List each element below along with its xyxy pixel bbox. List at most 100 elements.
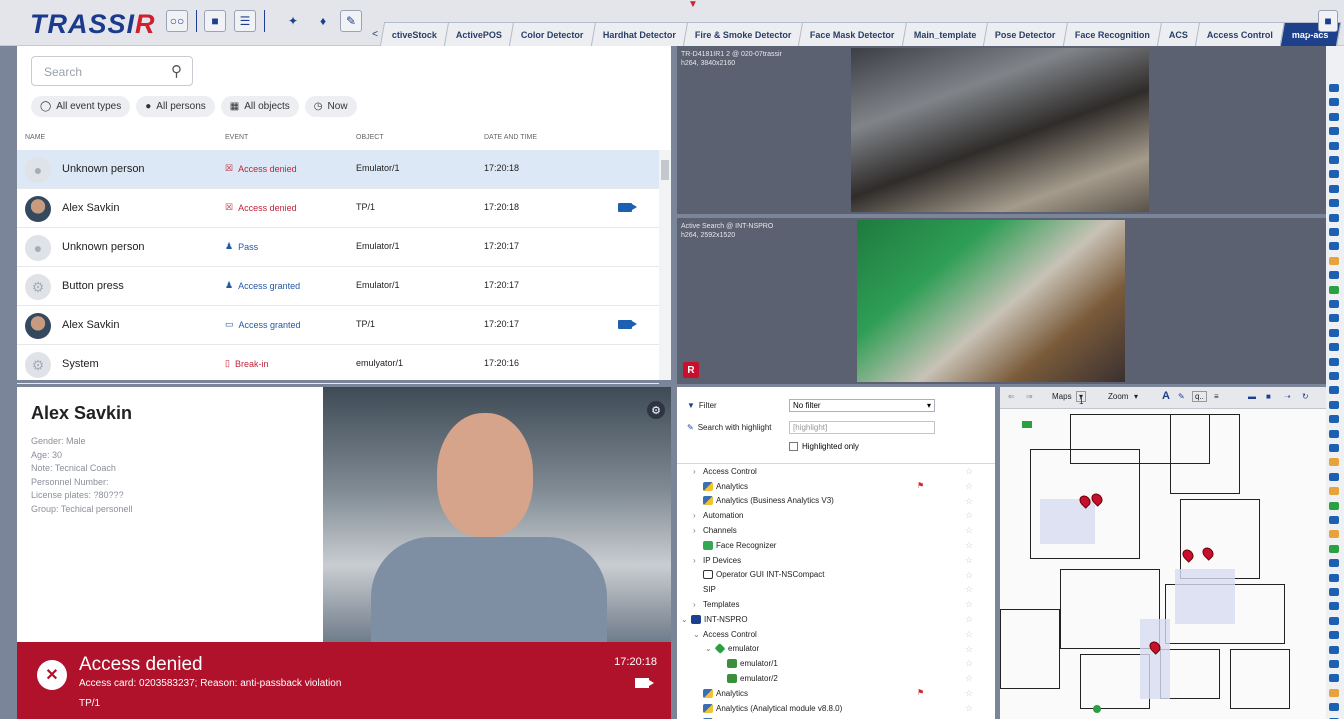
channel-camera-icon[interactable] [1329, 300, 1339, 308]
filter-time[interactable]: ◷ Now [304, 96, 357, 117]
table-row[interactable]: ⚙ Button press ♟ Access granted Emulator/1 17… [17, 267, 659, 306]
tab-activepos[interactable]: ActivePOS [443, 22, 515, 46]
filter-event-types[interactable]: ◯ All event types [31, 96, 131, 117]
star-icon[interactable]: ☆ [965, 525, 973, 536]
star-icon[interactable]: ☆ [965, 466, 973, 477]
expand-arrow-icon[interactable]: ⌄ [681, 615, 691, 624]
pencil-icon[interactable]: ✎ [1178, 392, 1185, 401]
tab-color-detector[interactable]: Color Detector [508, 22, 596, 46]
channel-camera-icon[interactable] [1329, 228, 1339, 236]
tab-hardhat-detector[interactable]: Hardhat Detector [590, 22, 688, 46]
star-icon[interactable]: ☆ [965, 614, 973, 625]
star-icon[interactable]: ☆ [965, 555, 973, 566]
channel-camera-icon[interactable] [1329, 314, 1339, 323]
channel-camera-icon[interactable] [1329, 184, 1339, 193]
filter-persons[interactable]: ● All persons [136, 96, 215, 117]
channel-camera-icon[interactable] [1329, 271, 1339, 280]
table-row[interactable]: ⚙ System ▯ Break-in emulyator/1 17:20:16 [17, 345, 659, 384]
tab-face-mask-detector[interactable]: Face Mask Detector [798, 22, 907, 46]
puzzle-icon[interactable]: ♦ [312, 10, 334, 32]
camera-tool-icon[interactable]: ▬ [1248, 392, 1256, 401]
channel-camera-icon[interactable] [1329, 213, 1339, 222]
channel-camera-icon[interactable] [1329, 559, 1339, 568]
tree-item[interactable]: Analytics (Business Analytics V3)☆ [677, 716, 995, 719]
column-name[interactable]: NAME [25, 134, 45, 141]
tape-icon[interactable]: ○○ [166, 10, 188, 32]
tab-access-control[interactable]: Access Control [1194, 22, 1285, 46]
channel-camera-icon[interactable] [1329, 631, 1339, 640]
filter-objects[interactable]: ▦ All objects [220, 96, 299, 117]
star-icon[interactable]: ☆ [965, 570, 973, 581]
channel-camera-icon[interactable] [1329, 357, 1339, 366]
tree-item[interactable]: Face Recognizer ☆ [677, 538, 995, 553]
highlight-input[interactable]: [highlight] [789, 421, 935, 434]
tree-item[interactable]: Operator GUI INT-NSCompact ☆ [677, 568, 995, 583]
chat-icon[interactable]: ■ [204, 10, 226, 32]
channel-camera-icon[interactable] [1329, 328, 1339, 337]
channel-camera-icon[interactable] [1329, 98, 1339, 107]
tab-ctivestock[interactable]: ctiveStock [379, 22, 450, 46]
camera-map-icon[interactable] [1022, 421, 1032, 428]
channel-camera-icon[interactable] [1329, 472, 1339, 481]
video-tile-top[interactable]: TR-D4181IR1 2 @ 020-07trassir h264, 3840… [677, 46, 1326, 214]
tree-item[interactable]: › Channels ☆ [677, 523, 995, 538]
tree-item[interactable]: › IP Devices ☆ [677, 553, 995, 568]
table-row[interactable]: Alex Savkin ☒ Access denied TP/1 17:20:18 [17, 189, 659, 228]
tree-item[interactable]: Analytics (Business Analytics V3)☆ [677, 494, 995, 509]
expand-arrow-icon[interactable]: › [693, 556, 703, 565]
maps-select[interactable]: 1 ▾ [1076, 391, 1087, 406]
tree-item[interactable]: › Access Control ☆ [677, 464, 995, 479]
channel-camera-icon[interactable] [1329, 501, 1339, 510]
edit-layout-icon[interactable]: ✎ [340, 10, 362, 32]
channel-camera-icon[interactable] [1329, 602, 1339, 611]
star-icon[interactable]: ☆ [965, 584, 973, 595]
channel-camera-icon[interactable] [1329, 256, 1339, 265]
star-icon[interactable]: ☆ [965, 673, 973, 684]
tab-acs[interactable]: ACS [1156, 22, 1200, 46]
channel-camera-icon[interactable] [1329, 400, 1339, 409]
path-icon[interactable]: ↻ [1302, 392, 1309, 401]
channel-camera-icon[interactable] [1329, 84, 1339, 92]
channel-camera-icon[interactable] [1329, 285, 1339, 294]
gear-icon[interactable]: ⚙ [647, 401, 665, 419]
tree-item[interactable]: Analytics ⚑ ☆ [677, 479, 995, 494]
search-input[interactable]: Search ⚲ [31, 56, 193, 86]
tree-item[interactable]: ⌄ emulator ☆ [677, 642, 995, 657]
star-icon[interactable]: ☆ [965, 510, 973, 521]
forward-arrow-icon[interactable]: ⇒ [1026, 392, 1033, 401]
star-icon[interactable]: ☆ [965, 599, 973, 610]
magic-wand-icon[interactable]: ✦ [282, 10, 304, 32]
layout-icon[interactable]: ☰ [234, 10, 256, 32]
channel-camera-icon[interactable] [1329, 127, 1339, 136]
checkbox-box[interactable] [789, 442, 798, 451]
expand-arrow-icon[interactable]: › [693, 511, 703, 520]
square-tool-icon[interactable]: ■ [1266, 392, 1271, 401]
channel-camera-icon[interactable] [1329, 703, 1339, 712]
table-row[interactable]: Alex Savkin ▭ Access granted TP/1 17:20:17 [17, 306, 659, 345]
star-icon[interactable]: ☆ [965, 688, 973, 699]
channel-camera-icon[interactable] [1329, 616, 1339, 625]
channel-camera-icon[interactable] [1329, 242, 1339, 251]
scrollbar-thumb[interactable] [661, 160, 669, 180]
channel-camera-icon[interactable] [1329, 530, 1339, 539]
tabs-scroll-right-icon[interactable]: > [1300, 22, 1314, 46]
table-row[interactable]: ● Unknown person ♟ Pass Emulator/1 17:20:17 [17, 228, 659, 267]
runner-icon[interactable]: ➝ [1284, 392, 1291, 401]
channel-camera-icon[interactable] [1329, 660, 1339, 668]
tab-main-template[interactable]: Main_template [901, 22, 989, 46]
menu-icon[interactable]: ■ [1318, 10, 1338, 32]
channel-camera-icon[interactable] [1329, 156, 1339, 164]
tree-item[interactable]: Analytics ⚑ ☆ [677, 686, 995, 701]
list-icon[interactable]: ≡ [1214, 392, 1219, 401]
tree-item[interactable]: emulator/2 ☆ [677, 671, 995, 686]
star-icon[interactable]: ☆ [965, 496, 973, 507]
table-row[interactable]: ● Unknown person ☒ Access denied Emulator/1 1… [17, 150, 659, 189]
zoom-dropdown-icon[interactable]: ▾ [1134, 392, 1138, 401]
star-icon[interactable]: ☆ [965, 703, 973, 714]
tree-item[interactable]: › Automation ☆ [677, 508, 995, 523]
channel-camera-icon[interactable] [1329, 588, 1339, 596]
highlighted-only-checkbox[interactable]: Highlighted only [789, 442, 859, 451]
channel-camera-icon[interactable] [1329, 544, 1339, 553]
tab-pose-detector[interactable]: Pose Detector [983, 22, 1068, 46]
channel-camera-icon[interactable] [1329, 487, 1339, 496]
